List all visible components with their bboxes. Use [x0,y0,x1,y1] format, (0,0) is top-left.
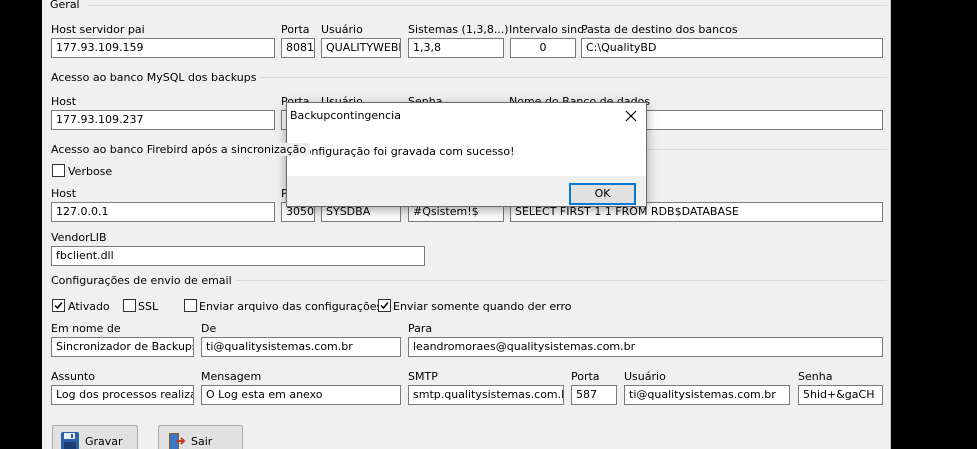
send-config-checkbox[interactable] [184,299,197,312]
send-on-error-checkbox[interactable] [378,299,391,312]
smtp-user-label: Usuário [624,370,666,383]
mysql-host-label: Host [51,95,77,108]
close-icon[interactable] [625,110,637,122]
window-border [890,0,891,449]
systems-input[interactable]: 1,3,8 [408,38,504,58]
send-config-label: Enviar arquivo das configurações [199,300,383,313]
user-input[interactable]: QUALITYWEBEX [321,38,401,58]
send-on-error-label: Enviar somente quando der erro [393,300,572,313]
verbose-checkbox[interactable] [52,164,65,177]
dialog-message: Configuração foi gravada com sucesso! [297,145,515,158]
user-label: Usuário [321,23,363,36]
systems-label: Sistemas (1,3,8...) [408,23,509,36]
enabled-checkbox[interactable] [52,299,65,312]
dest-folder-label: Pasta de destino dos bancos [581,23,738,36]
smtp-port-label: Porta [571,370,600,383]
vendorlib-label: VendorLIB [51,231,107,244]
checkmark-icon [54,302,63,310]
sender-name-input[interactable]: Sincronizador de Backups do [51,337,194,357]
section-divider [87,5,887,6]
subject-label: Assunto [51,370,95,383]
firebird-host-label: Host [51,187,77,200]
exit-button[interactable]: Sair [158,425,243,449]
host-parent-label: Host servidor pai [51,23,145,36]
message-input[interactable]: O Log esta em anexo [201,385,401,405]
to-input[interactable]: leandromoraes@qualitysistemas.com.br [408,337,883,357]
smtp-input[interactable]: smtp.qualitysistemas.com.br [408,385,564,405]
dialog-titlebar: Backupcontingencia [287,103,646,129]
from-input[interactable]: ti@qualitysistemas.com.br [201,337,401,357]
section-general-title: Geral [50,0,84,11]
section-mysql-title: Acesso ao banco MySQL dos backups [51,71,261,84]
smtp-password-input[interactable]: 5hid+&gaCH [798,385,883,405]
dest-folder-input[interactable]: C:\QualityBD [581,38,883,58]
interval-label: Intervalo sinc. [509,23,587,36]
interval-input[interactable]: 0 [510,38,576,58]
enabled-label: Ativado [68,300,110,313]
message-dialog: Backupcontingencia Configuração foi grav… [286,102,647,207]
smtp-password-label: Senha [798,370,833,383]
from-label: De [201,322,217,335]
exit-button-label: Sair [191,435,213,448]
port-label: Porta [281,23,310,36]
firebird-host-input[interactable]: 127.0.0.1 [51,202,275,222]
port-input[interactable]: 8081 [281,38,315,58]
config-window: Geral Host servidor pai 177.93.109.159 P… [42,0,891,449]
section-divider [237,77,887,78]
exit-door-icon [169,433,186,449]
smtp-label: SMTP [408,370,438,383]
smtp-user-input[interactable]: ti@qualitysistemas.com.br [624,385,790,405]
dialog-title: Backupcontingencia [290,109,401,122]
ssl-checkbox[interactable] [123,299,136,312]
verbose-label: Verbose [68,165,113,178]
save-button-label: Gravar [85,435,123,448]
checkmark-icon [380,302,389,310]
floppy-disk-icon [61,432,79,449]
section-divider [214,280,887,281]
vendorlib-input[interactable]: fbclient.dll [51,246,425,266]
sender-name-label: Em nome de [51,322,121,335]
to-label: Para [408,322,433,335]
subject-input[interactable]: Log dos processos realizados [51,385,194,405]
host-parent-input[interactable]: 177.93.109.159 [51,38,275,58]
mysql-host-input[interactable]: 177.93.109.237 [51,110,275,130]
ok-button[interactable]: OK [569,183,636,205]
section-firebird-title: Acesso ao banco Firebird após a sincroni… [51,143,311,156]
message-label: Mensagem [201,370,262,383]
smtp-port-input[interactable]: 587 [571,385,617,405]
ssl-label: SSL [138,300,159,313]
section-email-title: Configurações de envio de email [51,274,236,287]
dialog-body: Configuração foi gravada com sucesso! [287,129,646,176]
save-button[interactable]: Gravar [52,425,138,449]
